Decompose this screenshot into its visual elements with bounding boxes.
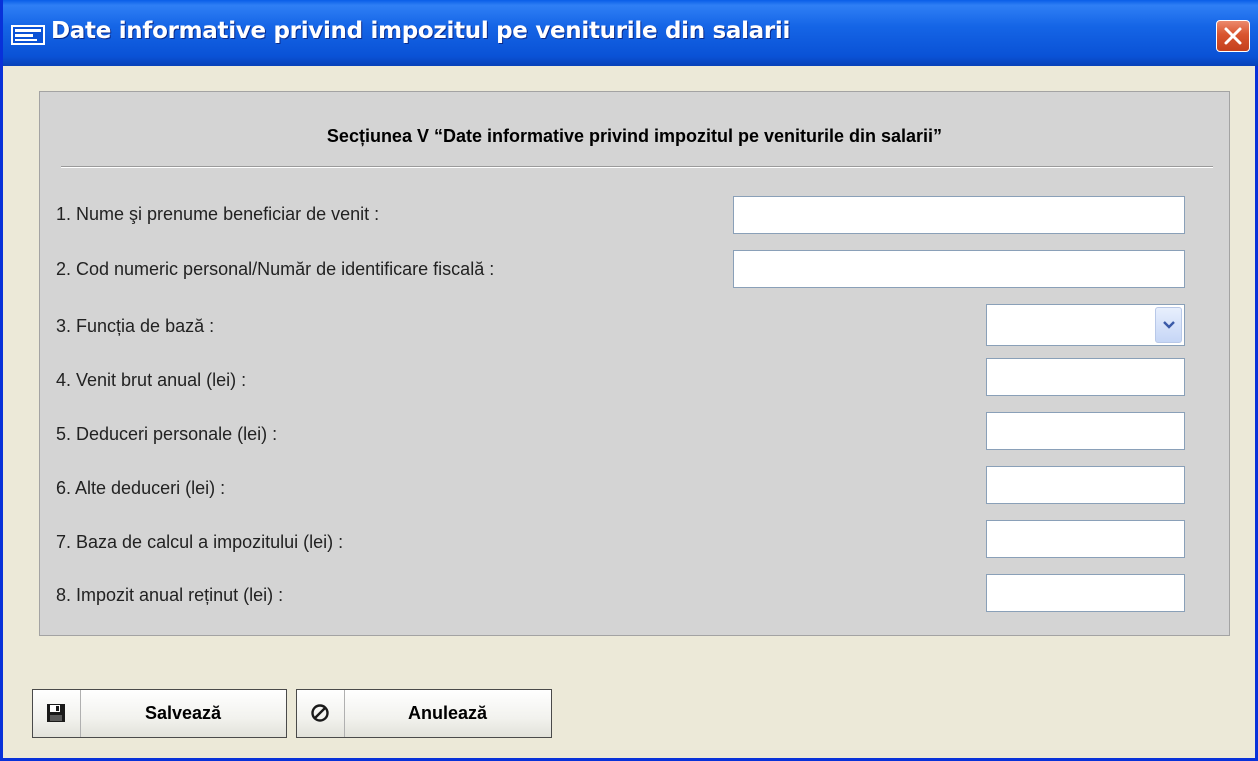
save-button-icon-cell xyxy=(33,690,81,737)
window-title: Date informative privind impozitul pe ve… xyxy=(51,18,791,44)
base-function-select[interactable] xyxy=(986,304,1185,346)
base-function-label: 3. Funcția de bază : xyxy=(56,316,215,336)
dropdown-button[interactable] xyxy=(1155,307,1182,343)
gross-income-input[interactable] xyxy=(986,358,1185,396)
beneficiary-name-input[interactable] xyxy=(733,196,1185,234)
personal-deductions-label: 5. Deduceri personale (lei) : xyxy=(56,424,278,444)
title-bar[interactable]: Date informative privind impozitul pe ve… xyxy=(3,0,1258,66)
cancel-button-label: Anulează xyxy=(407,703,488,723)
cancel-button[interactable]: Anulează xyxy=(296,689,552,738)
save-button-label: Salvează xyxy=(144,703,222,723)
section-panel: Secțiunea V “Date informative privind im… xyxy=(39,91,1230,636)
close-button[interactable] xyxy=(1216,20,1250,52)
tax-base-input[interactable] xyxy=(986,520,1185,558)
gross-income-label: 4. Venit brut anual (lei) : xyxy=(56,370,247,390)
cnp-input[interactable] xyxy=(733,250,1185,288)
save-button[interactable]: Salvează xyxy=(32,689,287,738)
tax-base-label: 7. Baza de calcul a impozitului (lei) : xyxy=(56,532,344,552)
form-window-icon xyxy=(11,25,45,45)
annual-tax-input[interactable] xyxy=(986,574,1185,612)
cnp-label: 2. Cod numeric personal/Număr de identif… xyxy=(56,259,495,279)
other-deductions-input[interactable] xyxy=(986,466,1185,504)
section-title: Secțiunea V “Date informative privind im… xyxy=(326,126,943,146)
other-deductions-label: 6. Alte deduceri (lei) : xyxy=(56,478,226,498)
cancel-button-icon-cell xyxy=(297,690,345,737)
personal-deductions-input[interactable] xyxy=(986,412,1185,450)
annual-tax-label: 8. Impozit anual reținut (lei) : xyxy=(56,585,284,605)
beneficiary-name-label: 1. Nume şi prenume beneficiar de venit : xyxy=(56,204,380,224)
dialog-window: Date informative privind impozitul pe ve… xyxy=(0,0,1258,761)
section-divider xyxy=(61,166,1213,168)
